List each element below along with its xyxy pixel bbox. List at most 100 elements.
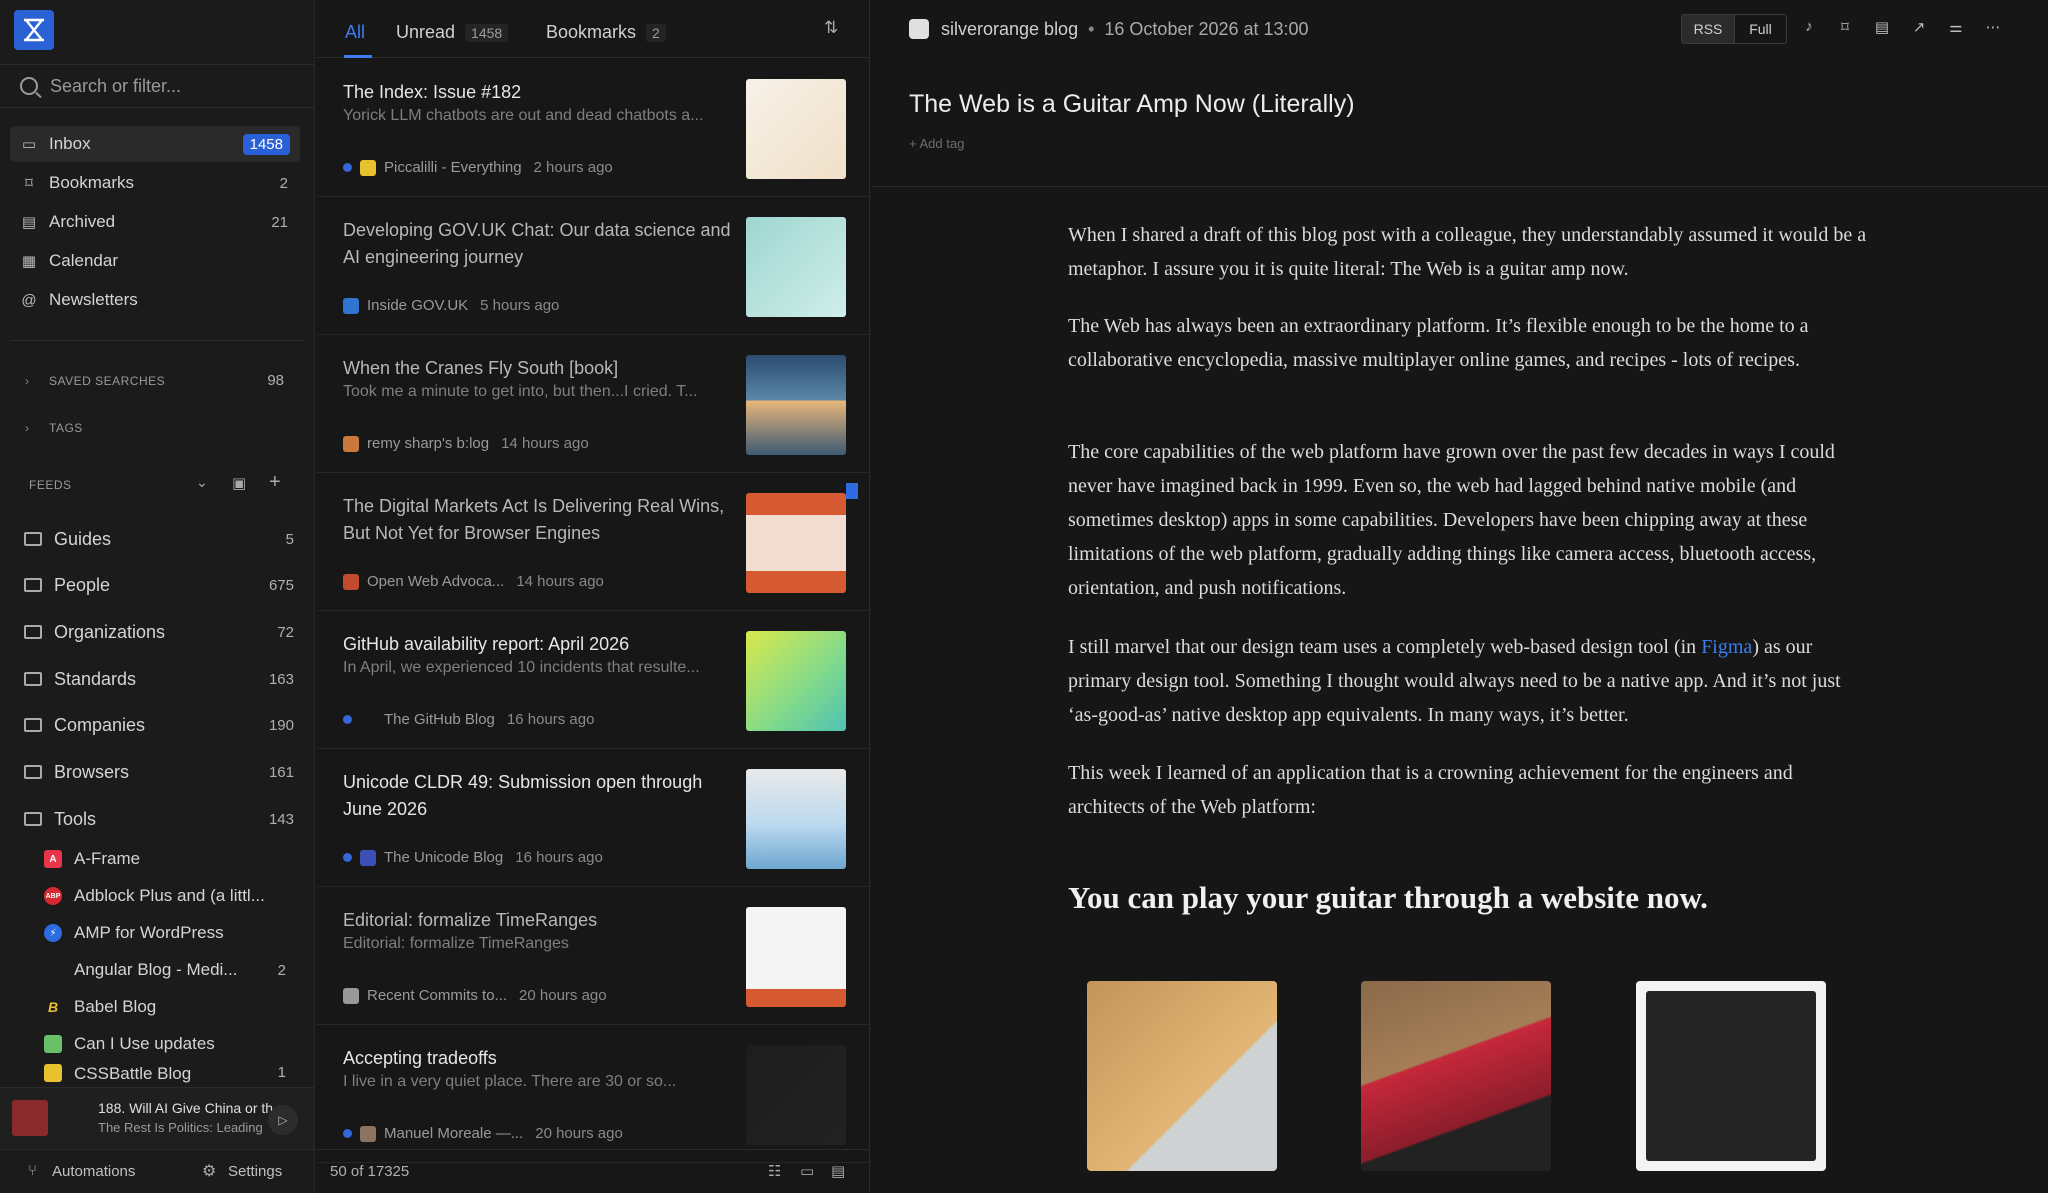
list-item-excerpt: Yorick LLM chatbots are out and dead cha… bbox=[343, 107, 704, 124]
folder-standards[interactable]: Standards 163 bbox=[24, 661, 304, 697]
inbox-icon: ▭ bbox=[21, 136, 37, 153]
list-item-time: 16 hours ago bbox=[515, 849, 603, 866]
reader-source[interactable]: silverorange blog bbox=[941, 19, 1078, 40]
speaker-icon[interactable]: ♪ bbox=[1799, 18, 1819, 38]
full-view-button[interactable]: Full bbox=[1735, 14, 1787, 44]
new-folder-icon[interactable]: ▣ bbox=[232, 474, 246, 492]
folder-icon bbox=[24, 672, 42, 686]
feed-favicon bbox=[343, 435, 359, 452]
feed-favicon bbox=[343, 573, 359, 590]
calendar-icon: ▦ bbox=[21, 253, 37, 270]
magazine-view-icon[interactable]: ▤ bbox=[831, 1162, 845, 1180]
feed-babel-blog[interactable]: B Babel Blog bbox=[44, 990, 304, 1024]
folder-organizations[interactable]: Organizations 72 bbox=[24, 614, 304, 650]
unread-dot-icon bbox=[343, 1129, 352, 1138]
chevron-right-icon[interactable]: › bbox=[25, 421, 29, 435]
sliders-icon[interactable]: ⚌ bbox=[1946, 18, 1966, 38]
folder-label: Organizations bbox=[54, 621, 166, 642]
sort-icon[interactable]: ⇅ bbox=[824, 18, 838, 38]
feed-label: AMP for WordPress bbox=[74, 923, 224, 942]
sidebar-item-bookmarks[interactable]: ⌑ Bookmarks 2 bbox=[10, 165, 300, 201]
article-list: All Unread 1458 Bookmarks 2 ⇅ The Index: I… bbox=[316, 0, 870, 1193]
folder-companies[interactable]: Companies 190 bbox=[24, 707, 304, 743]
folder-people[interactable]: People 675 bbox=[24, 567, 304, 603]
tags-label[interactable]: TAGS bbox=[49, 421, 83, 435]
folder-tools[interactable]: Tools 143 bbox=[24, 801, 304, 837]
add-tag-button[interactable]: + Add tag bbox=[909, 136, 964, 151]
list-item-time: 14 hours ago bbox=[501, 435, 589, 452]
feed-favicon bbox=[360, 159, 376, 176]
archive-icon[interactable]: ▤ bbox=[1872, 18, 1892, 38]
add-feed-icon[interactable]: + bbox=[269, 471, 281, 494]
sidebar-item-label: Inbox bbox=[49, 134, 91, 153]
article-paragraph: This week I learned of an application th… bbox=[1068, 762, 1793, 818]
feed-label: Angular Blog - Medi... bbox=[74, 960, 238, 979]
sidebar-item-archived[interactable]: ▤ Archived 21 bbox=[10, 204, 300, 240]
saved-searches-label[interactable]: SAVED SEARCHES bbox=[49, 374, 165, 388]
search-placeholder: Search or filter... bbox=[50, 75, 182, 96]
folder-count: 5 bbox=[285, 530, 294, 548]
feed-can-i-use[interactable]: Can I Use updates bbox=[44, 1027, 304, 1061]
sidebar-item-label: Calendar bbox=[49, 251, 118, 270]
feed-favicon bbox=[343, 297, 359, 314]
tab-bookmarks[interactable]: Bookmarks 2 bbox=[546, 22, 666, 43]
sidebar-item-calendar[interactable]: ▦ Calendar bbox=[10, 243, 300, 279]
folder-count: 163 bbox=[268, 670, 294, 688]
folder-label: Guides bbox=[54, 528, 112, 549]
bookmark-icon: ⌑ bbox=[25, 175, 33, 192]
chevron-down-icon[interactable]: ⌄ bbox=[196, 474, 208, 491]
tab-count: 2 bbox=[646, 24, 666, 42]
divider bbox=[10, 340, 305, 341]
tab-all[interactable]: All bbox=[345, 22, 365, 43]
figma-link[interactable]: Figma bbox=[1701, 636, 1752, 658]
tab-unread[interactable]: Unread 1458 bbox=[396, 22, 509, 43]
list-item-thumbnail bbox=[746, 493, 846, 593]
list-view-icon[interactable]: ☷ bbox=[768, 1162, 781, 1180]
list-item[interactable]: When the Cranes Fly South [book] Took me … bbox=[316, 335, 870, 473]
app-logo[interactable] bbox=[14, 10, 54, 50]
list-item-source: Piccalilli - Everything bbox=[384, 159, 522, 176]
bookmarks-count: 2 bbox=[279, 174, 288, 192]
external-link-icon[interactable]: ↗ bbox=[1909, 18, 1929, 38]
list-item-thumbnail bbox=[746, 217, 846, 317]
list-item[interactable]: Accepting tradeoffs I live in a very quie… bbox=[316, 1025, 870, 1163]
archive-icon: ▤ bbox=[21, 214, 37, 231]
more-icon[interactable]: ⋯ bbox=[1983, 18, 2003, 38]
play-icon[interactable]: ▷ bbox=[268, 1105, 298, 1135]
feed-label: Adblock Plus and (a littl... bbox=[74, 886, 265, 905]
feed-angular-blog[interactable]: Angular Blog - Medi... 2 bbox=[44, 953, 304, 987]
list-item-source: The GitHub Blog bbox=[384, 711, 495, 728]
list-item[interactable]: The Digital Markets Act Is Delivering Re… bbox=[316, 473, 870, 611]
folder-count: 190 bbox=[268, 716, 294, 734]
settings-button[interactable]: Settings bbox=[228, 1163, 282, 1180]
list-item[interactable]: Editorial: formalize TimeRanges Editorial… bbox=[316, 887, 870, 1025]
card-view-icon[interactable]: ▭ bbox=[800, 1162, 814, 1180]
bookmark-flag-icon bbox=[846, 483, 858, 499]
list-item[interactable]: Developing GOV.UK Chat: Our data science… bbox=[316, 197, 870, 335]
feed-a-frame[interactable]: A A-Frame bbox=[44, 842, 304, 876]
chevron-right-icon[interactable]: › bbox=[25, 374, 29, 388]
feed-amp-wordpress[interactable]: ⚡ AMP for WordPress bbox=[44, 916, 304, 950]
feed-label: CSSBattle Blog bbox=[74, 1064, 192, 1083]
automations-button[interactable]: Automations bbox=[52, 1163, 135, 1180]
folder-browsers[interactable]: Browsers 161 bbox=[24, 754, 304, 790]
list-item[interactable]: GitHub availability report: April 2026 In… bbox=[316, 611, 870, 749]
list-item[interactable]: The Index: Issue #182 Yorick LLM chatbots… bbox=[316, 59, 870, 197]
sidebar-item-newsletters[interactable]: @ Newsletters bbox=[10, 282, 300, 318]
rss-view-button[interactable]: RSS bbox=[1681, 14, 1735, 44]
podcast-player[interactable]: 188. Will AI Give China or th... The Res… bbox=[0, 1087, 314, 1149]
feed-favicon bbox=[909, 19, 929, 39]
feed-cssbattle[interactable]: CSSBattle Blog 1 bbox=[44, 1064, 304, 1086]
reader-pane: silverorange blog • 16 October 2026 at 1… bbox=[871, 0, 2048, 1193]
a-frame-icon: A bbox=[44, 850, 62, 868]
sidebar-item-inbox[interactable]: ▭ Inbox 1458 bbox=[10, 126, 300, 162]
list-item[interactable]: Unicode CLDR 49: Submission open through… bbox=[316, 749, 870, 887]
folder-guides[interactable]: Guides 5 bbox=[24, 521, 304, 557]
list-item-source: remy sharp's b:log bbox=[367, 435, 490, 452]
list-item-time: 14 hours ago bbox=[516, 573, 604, 590]
feed-favicon bbox=[360, 1125, 376, 1142]
feed-adblock-plus[interactable]: ABP Adblock Plus and (a littl... bbox=[44, 879, 304, 913]
search-input[interactable]: Search or filter... bbox=[0, 64, 314, 108]
feed-count: 1 bbox=[277, 1064, 286, 1081]
bookmark-icon[interactable]: ⌑ bbox=[1835, 18, 1855, 38]
